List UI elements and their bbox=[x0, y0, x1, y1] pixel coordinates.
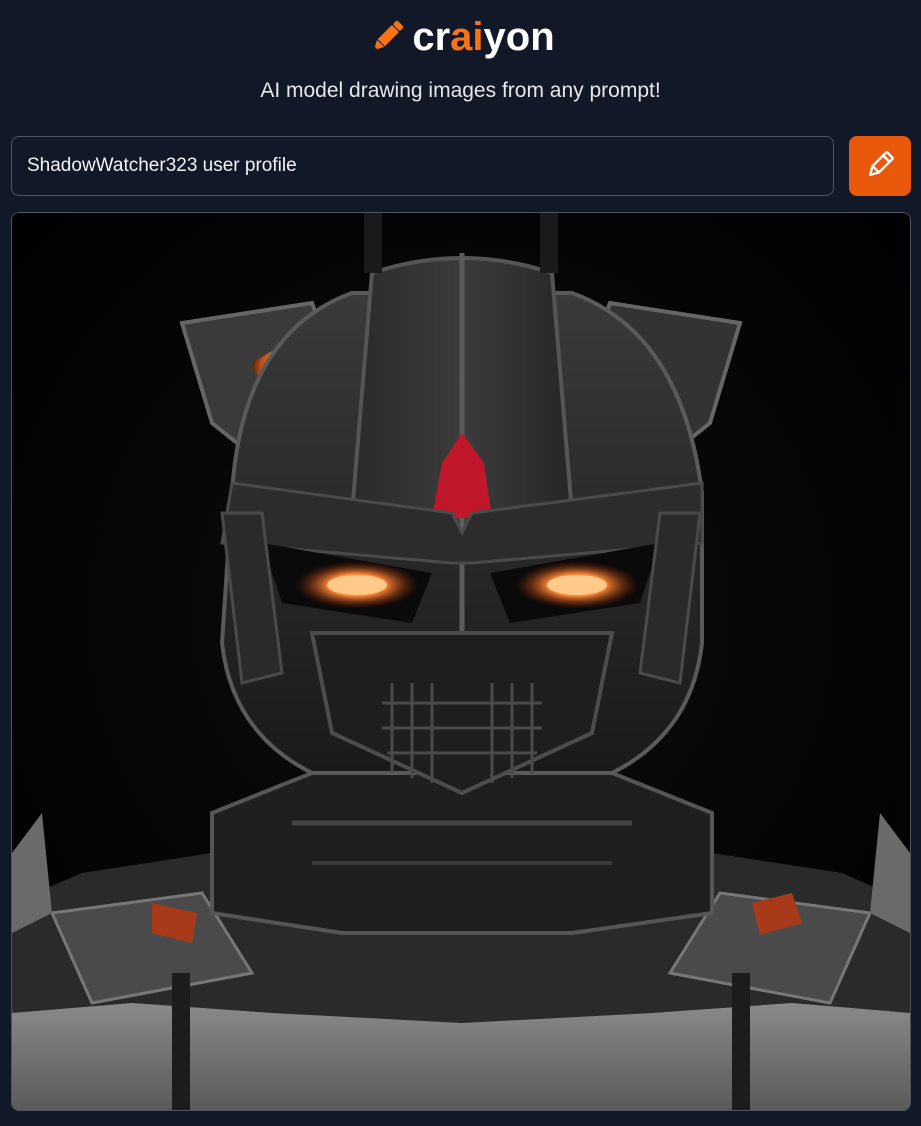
tagline: AI model drawing images from any prompt! bbox=[260, 79, 661, 102]
logo[interactable]: craiyon bbox=[0, 14, 921, 60]
logo-text-cr: cr bbox=[412, 15, 451, 59]
draw-button[interactable] bbox=[849, 136, 911, 196]
pencil-icon bbox=[863, 148, 897, 185]
prompt-bar bbox=[11, 136, 911, 198]
generated-image[interactable] bbox=[11, 212, 911, 1111]
logo-text-ai: ai bbox=[450, 15, 484, 59]
prompt-input[interactable] bbox=[11, 136, 834, 196]
robot-helmet-image bbox=[12, 213, 910, 1110]
logo-text-yon: yon bbox=[483, 15, 555, 59]
pencil-icon bbox=[366, 16, 408, 58]
craiyon-page: craiyon AI model drawing images from any… bbox=[0, 0, 921, 1126]
logo-text: craiyon bbox=[412, 14, 554, 60]
